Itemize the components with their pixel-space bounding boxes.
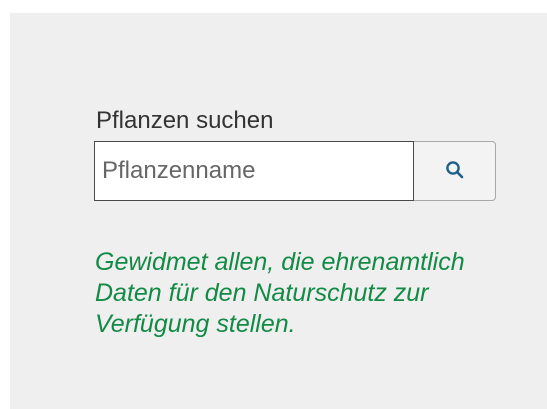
search-icon: [445, 160, 465, 183]
sidebar-panel: Pflanzen suchen Gewidmet allen, die ehre…: [10, 13, 547, 409]
search-button[interactable]: [414, 141, 496, 201]
plant-search-input[interactable]: [94, 141, 414, 201]
plant-search-form: [94, 141, 496, 201]
dedication-text: Gewidmet allen, die ehrenamtlich Daten f…: [95, 248, 465, 338]
search-heading: Pflanzen suchen: [96, 107, 274, 134]
